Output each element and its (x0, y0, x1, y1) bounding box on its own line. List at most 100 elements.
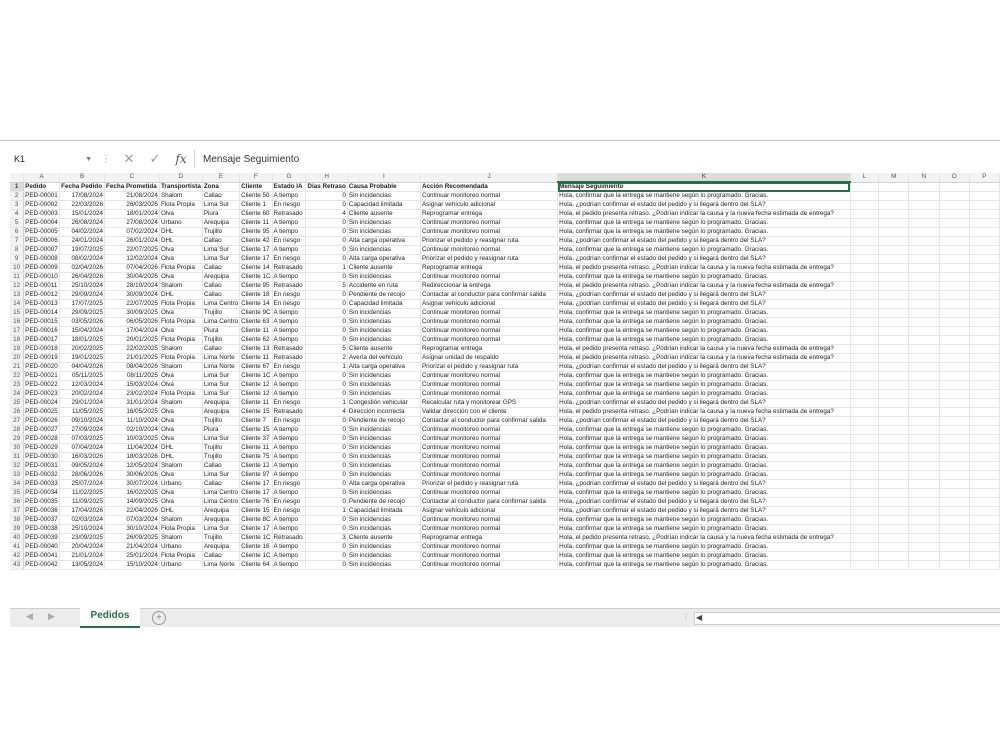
select-all-corner[interactable] (10, 173, 25, 183)
data-cell[interactable]: Urbano (159, 542, 203, 552)
data-cell[interactable]: 30/10/2024 (104, 524, 160, 534)
empty-cell[interactable] (908, 290, 940, 300)
data-cell[interactable]: Cliente ausente (347, 344, 421, 354)
data-cell[interactable]: Cliente 18 (239, 290, 273, 300)
message-cell[interactable]: Hola, el pedido presenta retraso. ¿Podrí… (557, 407, 851, 417)
data-cell[interactable]: 0 (305, 236, 348, 246)
data-cell[interactable]: Piura (202, 209, 241, 219)
empty-cell[interactable] (878, 389, 910, 399)
row-header[interactable]: 26 (10, 407, 25, 417)
data-cell[interactable]: Cliente 97 (239, 470, 273, 480)
empty-cell[interactable] (908, 506, 940, 516)
data-cell[interactable]: Trujillo (202, 335, 241, 345)
header-cell[interactable]: Transportista (159, 182, 203, 192)
data-cell[interactable]: Continuar monitoreo normal (420, 515, 559, 525)
empty-cell[interactable] (969, 362, 1000, 372)
data-cell[interactable]: Urbano (159, 560, 203, 570)
empty-cell[interactable] (850, 353, 880, 363)
data-cell[interactable]: 25/10/2024 (59, 524, 106, 534)
data-cell[interactable]: 26/09/2025 (104, 533, 160, 543)
data-cell[interactable]: Arequipa (202, 542, 241, 552)
data-cell[interactable]: 07/03/2025 (59, 434, 106, 444)
empty-cell[interactable] (969, 389, 1000, 399)
empty-cell[interactable] (878, 497, 910, 507)
data-cell[interactable]: 0 (305, 443, 348, 453)
message-cell[interactable]: Hola, confirmar que la entrega se mantie… (557, 335, 851, 345)
data-cell[interactable]: Retrasado (272, 533, 307, 543)
data-cell[interactable]: 15/10/2024 (104, 560, 160, 570)
data-cell[interactable]: Asignar unidad de respaldo (420, 353, 559, 363)
data-cell[interactable]: Callao (202, 479, 241, 489)
empty-cell[interactable] (908, 497, 940, 507)
data-cell[interactable]: Asignar vehículo adicional (420, 200, 559, 210)
row-header[interactable]: 23 (10, 380, 25, 390)
data-cell[interactable]: 1 (305, 362, 348, 372)
data-cell[interactable]: 0 (305, 371, 348, 381)
data-cell[interactable]: Lima Sur (202, 389, 241, 399)
empty-cell[interactable] (969, 335, 1000, 345)
data-cell[interactable]: Continuar monitoreo normal (420, 524, 559, 534)
empty-cell[interactable] (939, 353, 970, 363)
header-cell[interactable]: Pedido (23, 182, 61, 192)
empty-cell[interactable] (939, 425, 970, 435)
empty-cell[interactable] (939, 533, 970, 543)
empty-cell[interactable] (969, 524, 1000, 534)
data-cell[interactable]: Flota Propia (159, 317, 203, 327)
data-cell[interactable]: Cliente 1C (239, 272, 273, 282)
row-header[interactable]: 9 (10, 254, 25, 264)
formula-input[interactable]: Mensaje Seguimiento (194, 150, 1000, 168)
data-cell[interactable]: Callao (202, 290, 241, 300)
data-cell[interactable]: Sin incidencias (347, 542, 421, 552)
data-cell[interactable]: Sin incidencias (347, 272, 421, 282)
empty-cell[interactable] (850, 389, 880, 399)
data-cell[interactable]: 19/01/2025 (59, 353, 106, 363)
data-cell[interactable]: DHL (159, 227, 203, 237)
data-cell[interactable]: Olva (159, 245, 203, 255)
data-cell[interactable]: Sin incidencias (347, 380, 421, 390)
data-cell[interactable]: Continuar monitoreo normal (420, 551, 559, 561)
data-cell[interactable]: 26/04/2026 (59, 272, 106, 282)
data-cell[interactable]: PED-00028 (23, 434, 61, 444)
data-cell[interactable]: 22/07/2025 (104, 245, 160, 255)
data-cell[interactable]: PED-00035 (23, 497, 61, 507)
empty-cell[interactable] (850, 470, 880, 480)
data-cell[interactable]: 4 (305, 407, 348, 417)
insert-function-icon[interactable]: fx (168, 152, 194, 166)
empty-cell[interactable] (939, 470, 970, 480)
data-cell[interactable]: Cliente 8C (239, 515, 273, 525)
data-cell[interactable]: 0 (305, 200, 348, 210)
data-cell[interactable]: 0 (305, 560, 348, 570)
empty-cell[interactable] (878, 254, 910, 264)
data-cell[interactable]: 0 (305, 245, 348, 255)
data-cell[interactable]: 25/01/2024 (104, 551, 160, 561)
data-cell[interactable]: 22/07/2025 (104, 299, 160, 309)
data-cell[interactable]: PED-00042 (23, 560, 61, 570)
data-cell[interactable]: PED-00036 (23, 506, 61, 516)
header-cell[interactable]: Fecha Prometida (104, 182, 160, 192)
empty-cell[interactable] (969, 398, 1000, 408)
data-cell[interactable]: PED-00024 (23, 398, 61, 408)
data-cell[interactable]: Arequipa (202, 398, 241, 408)
data-cell[interactable]: A tiempo (272, 191, 307, 201)
name-box[interactable]: K1 ▼ (10, 150, 96, 168)
data-cell[interactable]: 08/11/2025 (104, 371, 160, 381)
row-header[interactable]: 36 (10, 497, 25, 507)
empty-cell[interactable] (850, 245, 880, 255)
empty-cell[interactable] (850, 200, 880, 210)
data-cell[interactable]: 11/10/2024 (104, 416, 160, 426)
data-cell[interactable]: Continuar monitoreo normal (420, 488, 559, 498)
empty-cell[interactable] (939, 281, 970, 291)
data-cell[interactable]: 3 (305, 533, 348, 543)
data-cell[interactable]: PED-00014 (23, 308, 61, 318)
data-cell[interactable]: 31/01/2024 (104, 398, 160, 408)
data-cell[interactable]: Cliente 9C (239, 308, 273, 318)
data-cell[interactable]: Continuar monitoreo normal (420, 245, 559, 255)
data-cell[interactable]: Olva (159, 371, 203, 381)
data-cell[interactable]: Cliente 76 (239, 497, 273, 507)
data-cell[interactable]: Priorizar el pedido y reasignar ruta (420, 362, 559, 372)
data-cell[interactable]: 1 (305, 263, 348, 273)
empty-cell[interactable] (969, 434, 1000, 444)
empty-cell[interactable] (878, 245, 910, 255)
column-header-g[interactable]: G (272, 173, 307, 183)
data-cell[interactable]: PED-00007 (23, 245, 61, 255)
